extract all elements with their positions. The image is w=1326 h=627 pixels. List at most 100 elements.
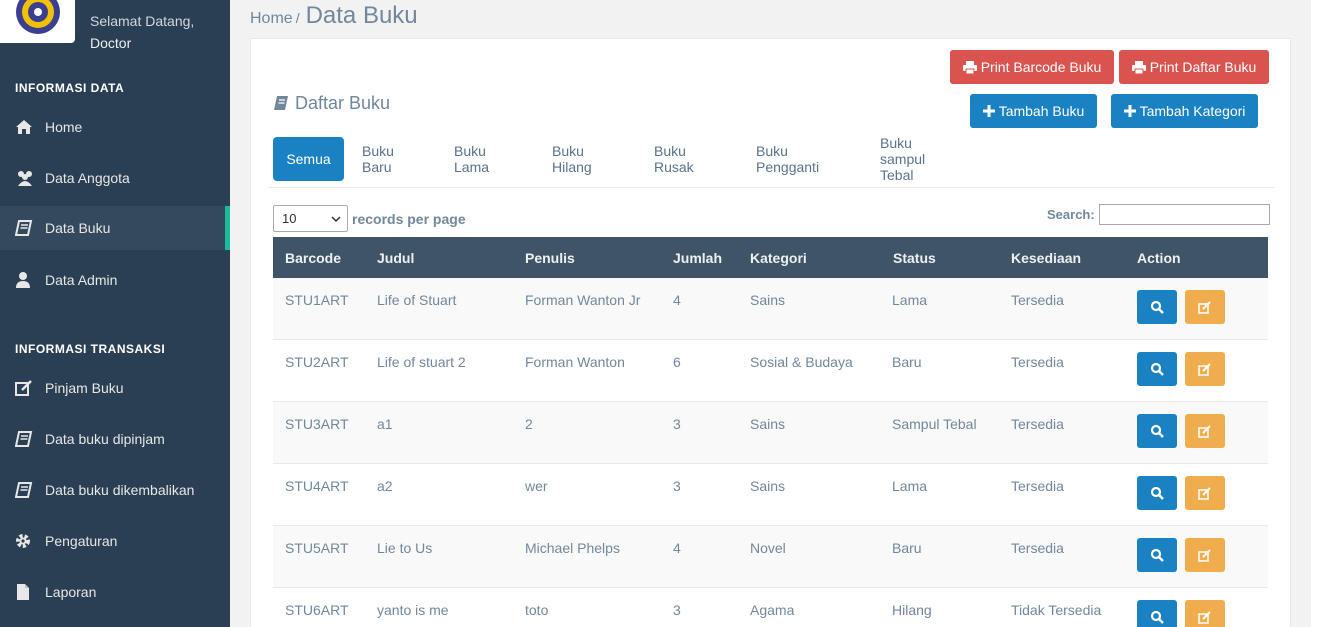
tabs-divider (268, 187, 1274, 188)
cell-jumlah: 4 (673, 292, 681, 308)
home-icon (15, 119, 33, 135)
cell-kategori: Agama (750, 602, 795, 618)
print-list-button[interactable]: Print Daftar Buku (1119, 50, 1269, 84)
cell-judul: Life of stuart 2 (377, 354, 466, 370)
cell-penulis: 2 (525, 416, 533, 432)
cell-penulis: Forman Wanton Jr (525, 292, 641, 308)
tab-buku-sampul-tebal[interactable]: Buku sampul Tebal (880, 135, 925, 183)
cell-penulis: Michael Phelps (525, 540, 620, 556)
column-header-barcode[interactable]: Barcode (285, 237, 341, 278)
book-icon (274, 96, 288, 110)
column-header-jumlah[interactable]: Jumlah (673, 237, 722, 278)
sidebar-item-data-buku-dipinjam[interactable]: Data buku dipinjam (0, 417, 230, 461)
users-icon (15, 170, 33, 186)
search-icon (1150, 424, 1164, 438)
main-panel: Print Barcode Buku Print Daftar Buku Tam… (250, 38, 1291, 627)
cell-kesediaan: Tersedia (1011, 416, 1064, 432)
cell-status: Baru (892, 540, 922, 556)
edit-button[interactable] (1185, 352, 1225, 386)
view-button[interactable] (1137, 352, 1177, 386)
sidebar-item-pengaturan[interactable]: Pengaturan (0, 519, 230, 563)
cell-barcode: STU3ART (285, 416, 349, 432)
column-header-judul[interactable]: Judul (377, 237, 414, 278)
cell-status: Hilang (892, 602, 932, 618)
breadcrumb-home[interactable]: Home (250, 10, 293, 28)
records-per-page-label: records per page (352, 210, 466, 227)
book-icon (14, 482, 33, 498)
cell-kategori: Sains (750, 292, 786, 308)
sidebar-item-data-admin[interactable]: Data Admin (0, 258, 230, 302)
records-per-page-select[interactable]: 10 (273, 205, 348, 232)
table-row: STU3ART a1 2 3 Sains Sampul Tebal Tersedia (273, 402, 1268, 464)
edit-icon (1198, 424, 1211, 438)
breadcrumb: Home / Data Buku (250, 2, 418, 30)
tab-buku-rusak[interactable]: Buku Rusak (654, 137, 694, 181)
view-button[interactable] (1137, 476, 1177, 510)
welcome-text: Selamat Datang, (90, 13, 195, 29)
sidebar-item-label: Pengaturan (45, 533, 118, 549)
plus-icon (982, 105, 995, 117)
cell-penulis: Forman Wanton (525, 354, 625, 370)
panel-title: Daftar Buku (273, 93, 390, 114)
search-input[interactable] (1098, 204, 1270, 225)
cell-kesediaan: Tersedia (1011, 478, 1064, 494)
edit-button[interactable] (1185, 600, 1225, 627)
tab-buku-baru[interactable]: Buku Baru (362, 137, 394, 181)
cell-status: Lama (892, 478, 928, 494)
table-row: STU1ART Life of Stuart Forman Wanton Jr 4 Sa… (273, 278, 1268, 340)
profile: Selamat Datang, Doctor (0, 0, 230, 62)
sidebar-item-laporan[interactable]: Laporan (0, 570, 230, 614)
search-icon (1150, 486, 1164, 500)
books-table: Barcode Judul Penulis Jumlah Kategori St… (273, 237, 1268, 627)
edit-icon (1198, 362, 1211, 376)
edit-icon (1198, 610, 1211, 624)
cell-judul: Lie to Us (377, 540, 433, 556)
sidebar-item-home[interactable]: Home (0, 105, 230, 149)
cell-kesediaan: Tersedia (1011, 540, 1064, 556)
print-barcode-button[interactable]: Print Barcode Buku (950, 50, 1114, 84)
edit-button[interactable] (1185, 414, 1225, 448)
search-label: Search: (1047, 207, 1095, 222)
records-per-page: 10 records per page (273, 205, 466, 232)
user-name: Doctor (90, 35, 132, 51)
add-category-button[interactable]: Tambah Kategori (1111, 94, 1258, 128)
column-header-kesediaan[interactable]: Kesediaan (1011, 237, 1081, 278)
records-per-page-value: 10 (282, 211, 297, 226)
sidebar-item-label: Laporan (45, 584, 97, 600)
edit-button[interactable] (1185, 538, 1225, 572)
cell-penulis: toto (525, 602, 549, 618)
cell-kategori: Novel (750, 540, 786, 556)
add-book-button[interactable]: Tambah Buku (970, 94, 1097, 128)
view-button[interactable] (1137, 414, 1177, 448)
view-button[interactable] (1137, 600, 1177, 627)
sidebar-item-pinjam-buku[interactable]: Pinjam Buku (0, 366, 230, 410)
view-button[interactable] (1137, 538, 1177, 572)
sidebar-item-data-buku[interactable]: Data Buku (0, 206, 230, 250)
view-button[interactable] (1137, 290, 1177, 324)
tab-buku-pengganti[interactable]: Buku Pengganti (756, 137, 819, 181)
tab-buku-lama[interactable]: Buku Lama (454, 137, 489, 181)
table-row: STU2ART Life of stuart 2 Forman Wanton 6 Sos… (273, 340, 1268, 402)
breadcrumb-separator: / (295, 10, 300, 26)
cell-status: Sampul Tebal (892, 416, 977, 432)
sidebar-item-label: Data Buku (45, 220, 111, 236)
chevron-down-icon (331, 215, 341, 222)
table-header: Barcode Judul Penulis Jumlah Kategori St… (273, 237, 1268, 278)
cell-kesediaan: Tersedia (1011, 354, 1064, 370)
cell-jumlah: 6 (673, 354, 681, 370)
sidebar: Selamat Datang, Doctor INFORMASI DATA Ho… (0, 0, 230, 627)
edit-button[interactable] (1185, 476, 1225, 510)
column-header-penulis[interactable]: Penulis (525, 237, 575, 278)
edit-button[interactable] (1185, 290, 1225, 324)
column-header-kategori[interactable]: Kategori (750, 237, 807, 278)
panel-title-text: Daftar Buku (295, 93, 391, 113)
sidebar-item-data-anggota[interactable]: Data Anggota (0, 156, 230, 200)
column-header-status[interactable]: Status (893, 237, 936, 278)
tab-buku-hilang[interactable]: Buku Hilang (552, 137, 592, 181)
section-informasi-transaksi: INFORMASI TRANSAKSI (15, 342, 166, 356)
tab-semua[interactable]: Semua (273, 137, 344, 181)
cell-barcode: STU5ART (285, 540, 349, 556)
sidebar-item-data-buku-dikembalikan[interactable]: Data buku dikembalikan (0, 468, 230, 512)
cell-jumlah: 3 (673, 602, 681, 618)
cell-jumlah: 3 (673, 478, 681, 494)
